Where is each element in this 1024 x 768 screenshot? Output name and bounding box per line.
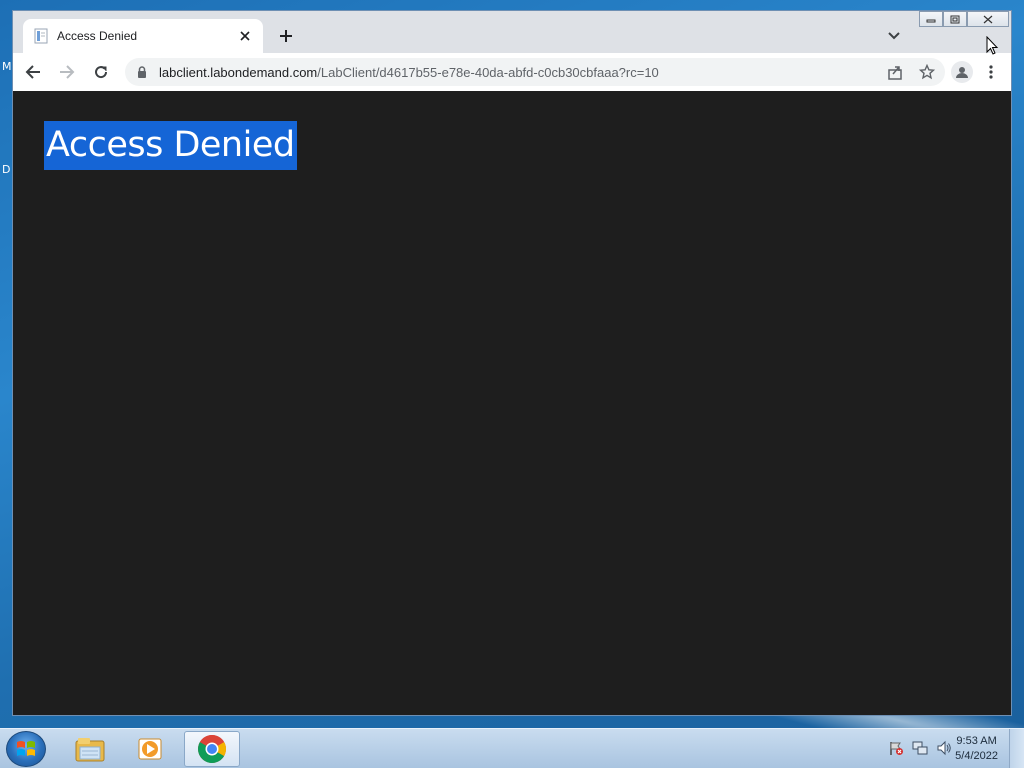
kebab-menu-icon (989, 65, 993, 79)
taskbar-chrome[interactable] (184, 731, 240, 767)
clock-time: 9:53 AM (956, 735, 997, 747)
taskbar-clock[interactable]: 9:53 AM 5/4/2022 (955, 734, 998, 764)
desktop-edge-letter: M (2, 60, 12, 73)
network-icon[interactable] (912, 740, 928, 756)
media-player-icon (138, 738, 162, 760)
start-button[interactable] (6, 731, 46, 767)
profile-button[interactable] (951, 61, 973, 83)
forward-button[interactable] (53, 58, 81, 86)
desktop-edge-letter: D (2, 163, 11, 176)
explorer-icon (75, 738, 105, 762)
reload-icon (95, 66, 108, 79)
tab-search-button[interactable] (885, 27, 903, 45)
action-center-flag-icon[interactable] (888, 740, 904, 756)
back-button[interactable] (19, 58, 47, 86)
system-tray (888, 740, 952, 756)
share-icon[interactable] (885, 62, 905, 82)
windows-logo-icon (17, 741, 35, 756)
url-host: labclient.labondemand.com (159, 64, 318, 80)
page-content: Access Denied (13, 91, 1011, 715)
clock-date: 5/4/2022 (955, 750, 998, 762)
lock-icon[interactable] (135, 65, 149, 79)
document-icon (33, 28, 49, 44)
arrow-left-icon (25, 65, 40, 79)
taskbar-explorer[interactable] (62, 731, 118, 767)
avatar-icon (956, 67, 968, 78)
tab-close-icon[interactable] (237, 28, 253, 44)
mouse-cursor-icon (986, 36, 999, 55)
address-bar-actions (885, 62, 937, 82)
browser-window: Access Denied labclient.labondemand.com/… (12, 10, 1012, 716)
volume-icon[interactable] (936, 740, 952, 756)
tab-strip: Access Denied (13, 11, 1011, 53)
star-icon[interactable] (917, 62, 937, 82)
new-tab-button[interactable] (275, 25, 297, 47)
url-text: labclient.labondemand.com/LabClient/d461… (159, 65, 659, 80)
reload-button[interactable] (87, 58, 115, 86)
chrome-icon (198, 735, 226, 763)
browser-menu-button[interactable] (983, 62, 999, 82)
show-desktop-button[interactable] (1009, 729, 1024, 768)
tab-access-denied[interactable]: Access Denied (23, 19, 263, 53)
taskbar: 9:53 AM 5/4/2022 (0, 728, 1024, 768)
browser-toolbar: labclient.labondemand.com/LabClient/d461… (13, 53, 1011, 91)
address-bar[interactable]: labclient.labondemand.com/LabClient/d461… (125, 58, 945, 86)
plus-icon (280, 30, 292, 42)
taskbar-media-player[interactable] (122, 731, 178, 767)
arrow-right-icon (60, 65, 75, 79)
page-title: Access Denied (44, 121, 297, 170)
url-path: /LabClient/d4617b55-e78e-40da-abfd-c0cb3… (317, 64, 659, 80)
tab-title: Access Denied (57, 29, 138, 43)
chevron-down-icon (888, 32, 900, 40)
